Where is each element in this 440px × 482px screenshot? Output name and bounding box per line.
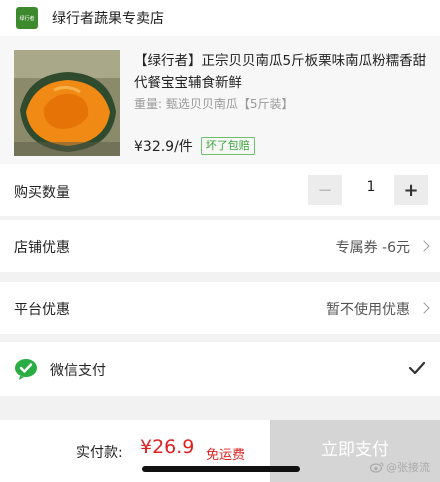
product-card[interactable]: 【绿行者】正宗贝贝南瓜5斤板栗味南瓜粉糯香甜代餐宝宝辅食新鲜 重量: 甄选贝贝南… xyxy=(0,36,440,164)
watermark-text: @张接流 xyxy=(386,461,430,474)
watermark: @张接流 xyxy=(370,459,430,475)
pumpkin-image-icon xyxy=(14,50,120,156)
product-spec: 重量: 甄选贝贝南瓜【5斤装】 xyxy=(134,97,294,111)
quantity-decrement-button[interactable]: − xyxy=(308,175,342,205)
checkmark-icon xyxy=(408,361,426,375)
store-logo-text: 绿行者 xyxy=(19,15,35,22)
quantity-label: 购买数量 xyxy=(14,185,70,201)
store-name[interactable]: 绿行者蔬果专卖店 xyxy=(52,8,164,28)
wechat-icon xyxy=(15,359,37,380)
product-title[interactable]: 【绿行者】正宗贝贝南瓜5斤板栗味南瓜粉糯香甜代餐宝宝辅食新鲜 xyxy=(134,50,430,94)
plus-icon: + xyxy=(403,179,419,201)
total-amount: ¥26.9 xyxy=(140,436,195,458)
store-discount-label: 店铺优惠 xyxy=(14,240,70,256)
price-row: ¥32.9/件 坏了包赔 xyxy=(134,136,255,156)
store-header: 绿行者 绿行者蔬果专卖店 xyxy=(0,0,440,36)
minus-icon: − xyxy=(317,179,333,201)
platform-discount-value: 暂不使用优惠 xyxy=(326,302,410,318)
quantity-increment-button[interactable]: + xyxy=(394,175,428,205)
platform-discount-row[interactable]: 平台优惠 暂不使用优惠 xyxy=(0,282,440,334)
total-label: 实付款: xyxy=(76,445,123,461)
home-indicator[interactable] xyxy=(142,466,300,472)
quantity-value[interactable]: 1 xyxy=(356,179,386,195)
refund-guarantee-badge: 坏了包赔 xyxy=(200,137,255,155)
store-discount-value: 专属券 -6元 xyxy=(335,240,410,256)
product-price: ¥32.9/件 xyxy=(134,139,193,155)
free-shipping-note: 免运费 xyxy=(206,448,246,463)
platform-discount-label: 平台优惠 xyxy=(14,302,70,318)
chevron-right-icon xyxy=(418,240,430,252)
payment-method-label: 微信支付 xyxy=(50,363,106,379)
weibo-icon xyxy=(370,462,384,473)
quantity-row: 购买数量 − 1 + xyxy=(0,164,440,216)
store-discount-row[interactable]: 店铺优惠 专属券 -6元 xyxy=(0,220,440,272)
payment-method-row[interactable]: 微信支付 xyxy=(0,342,440,396)
product-image[interactable] xyxy=(14,50,120,156)
store-logo: 绿行者 xyxy=(16,7,38,29)
chevron-right-icon xyxy=(418,302,430,314)
